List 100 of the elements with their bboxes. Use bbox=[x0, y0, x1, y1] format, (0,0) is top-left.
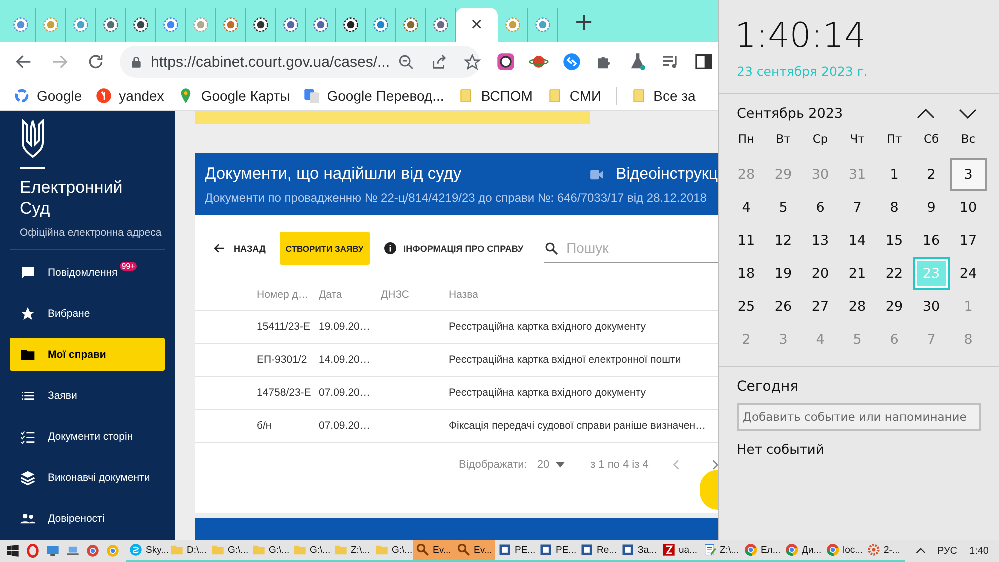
calendar-day[interactable]: 20 bbox=[802, 257, 839, 290]
taskbar-button[interactable]: Ev... bbox=[454, 540, 495, 562]
calendar-day[interactable]: 6 bbox=[802, 191, 839, 224]
site-icon bbox=[342, 17, 358, 33]
sidebar-item[interactable]: Документи сторін bbox=[10, 420, 165, 453]
google-icon bbox=[14, 88, 30, 104]
calendar-day[interactable]: 18 bbox=[728, 257, 765, 290]
page-size-select[interactable]: 20 bbox=[537, 459, 565, 471]
site-subtitle: Офіційна електронна адреса bbox=[20, 227, 163, 239]
taskbar-button[interactable]: 2-... bbox=[864, 540, 905, 562]
lock-icon bbox=[130, 56, 143, 68]
sidebar-item[interactable]: Повідомлення 99+ bbox=[10, 256, 165, 289]
taskbar-button[interactable]: G:\... bbox=[249, 540, 290, 562]
video-link[interactable]: Відеоінструкц bbox=[588, 166, 718, 184]
create-button[interactable]: СТВОРИТИ ЗАЯВУ bbox=[280, 232, 370, 265]
calendar-day[interactable]: 30 bbox=[913, 290, 950, 323]
calendar-day[interactable]: 14 bbox=[839, 224, 876, 257]
calendar-day[interactable]: 12 bbox=[765, 224, 802, 257]
back-link[interactable]: НАЗАД bbox=[213, 242, 266, 255]
taskbar-button[interactable]: Re... bbox=[577, 540, 618, 562]
taskbar-button[interactable]: ua... bbox=[659, 540, 700, 562]
taskbar-button[interactable]: За... bbox=[618, 540, 659, 562]
bookmark[interactable]: Google Перевод... bbox=[304, 88, 444, 104]
folder-icon bbox=[546, 88, 563, 104]
no-events-text: Нет событий bbox=[737, 443, 826, 458]
document-icon bbox=[621, 543, 635, 557]
taskbar-button[interactable]: Z:\... bbox=[700, 540, 741, 562]
notepad-icon bbox=[703, 543, 717, 557]
taskbar-button[interactable]: loc... bbox=[823, 540, 864, 562]
taskbar-button[interactable]: Ди... bbox=[782, 540, 823, 562]
taskbar-button[interactable]: Sky... bbox=[126, 540, 167, 562]
search-field[interactable]: Пошук bbox=[564, 239, 718, 257]
info-link[interactable]: ІНФОРМАЦІЯ ПРО СПРАВУ bbox=[384, 242, 524, 255]
event-input[interactable]: Добавить событие или напоминание bbox=[737, 403, 981, 431]
calendar-day[interactable]: 24 bbox=[950, 257, 987, 290]
folder-icon bbox=[630, 88, 647, 104]
table-cell-text: 15411/23-Е bbox=[257, 321, 312, 333]
calendar-day[interactable]: 3 bbox=[950, 158, 987, 191]
calendar-day[interactable]: 27 bbox=[802, 290, 839, 323]
sidebar-item[interactable]: Виконавчі документи bbox=[10, 461, 165, 494]
ftp-app-icon bbox=[662, 543, 676, 557]
taskbar-button[interactable]: G:\... bbox=[290, 540, 331, 562]
sidebar-item[interactable]: Вибране bbox=[10, 297, 165, 330]
calendar-day[interactable]: 1 bbox=[876, 158, 913, 191]
site-icon bbox=[132, 17, 148, 33]
laptop-icon bbox=[66, 544, 80, 558]
bookmark[interactable]: ВСПОМ bbox=[458, 88, 533, 104]
site-icon bbox=[402, 17, 418, 33]
calendar-day[interactable]: 7 bbox=[839, 191, 876, 224]
weekday-label: Сб bbox=[922, 132, 940, 148]
bookmark[interactable]: Google Карты bbox=[178, 88, 290, 104]
calendar-day[interactable]: 13 bbox=[802, 224, 839, 257]
taskbar-button[interactable]: G:\... bbox=[208, 540, 249, 562]
bookmark[interactable]: Google bbox=[14, 88, 82, 104]
browser-tab[interactable]: × bbox=[456, 8, 498, 42]
bookmark[interactable]: СМИ bbox=[546, 88, 602, 104]
calendar-day[interactable]: 9 bbox=[913, 191, 950, 224]
browser-icon bbox=[785, 543, 799, 557]
taskbar-button[interactable]: Ev... bbox=[413, 540, 454, 562]
tray-clock[interactable]: 1:40 bbox=[970, 546, 989, 556]
search-icon bbox=[544, 240, 559, 256]
site-title: Електронний Суд bbox=[20, 177, 124, 219]
bookmark[interactable]: Все за bbox=[630, 88, 696, 104]
site-icon bbox=[252, 17, 268, 33]
language-indicator[interactable]: РУС bbox=[938, 546, 958, 556]
calendar-day[interactable]: 15 bbox=[876, 224, 913, 257]
gear-icon bbox=[867, 543, 881, 557]
calendar-day[interactable]: 22 bbox=[876, 257, 913, 290]
taskbar-button[interactable]: PE... bbox=[536, 540, 577, 562]
calendar-day[interactable]: 16 bbox=[913, 224, 950, 257]
new-tab-button[interactable]: + bbox=[570, 8, 598, 36]
calendar-day[interactable]: 17 bbox=[950, 224, 987, 257]
calendar-day[interactable]: 10 bbox=[950, 191, 987, 224]
folder-icon bbox=[211, 543, 225, 557]
calendar-day[interactable]: 8 bbox=[876, 191, 913, 224]
calendar-day[interactable]: 25 bbox=[728, 290, 765, 323]
calendar-day[interactable]: 2 bbox=[913, 158, 950, 191]
weekday-label: Ср bbox=[812, 132, 830, 148]
taskbar-button[interactable]: Ел... bbox=[741, 540, 782, 562]
calendar-day[interactable]: 21 bbox=[839, 257, 876, 290]
calendar-day[interactable]: 26 bbox=[765, 290, 802, 323]
taskbar-button[interactable]: PE... bbox=[495, 540, 536, 562]
calendar-day[interactable]: 11 bbox=[728, 224, 765, 257]
sidebar-item[interactable]: Довіреності bbox=[10, 502, 165, 535]
taskbar-button[interactable]: Z:\... bbox=[331, 540, 372, 562]
month-title[interactable]: Сентябрь 2023 bbox=[737, 106, 911, 122]
back-arrow-icon bbox=[213, 242, 226, 255]
address-bar[interactable]: https://cabinet.court.gov.ua/cases/... bbox=[120, 46, 480, 78]
count-badge: 99+ bbox=[120, 262, 138, 271]
calendar-day[interactable]: 4 bbox=[728, 191, 765, 224]
sidebar-item[interactable]: Заяви bbox=[10, 379, 165, 412]
bookmark[interactable]: yandex bbox=[96, 88, 164, 104]
sidebar-item[interactable]: Мої справи bbox=[10, 338, 165, 371]
windows-start-icon bbox=[6, 544, 20, 558]
taskbar-button[interactable]: D:\... bbox=[167, 540, 208, 562]
calendar-day[interactable]: 19 bbox=[765, 257, 802, 290]
next-page-button[interactable] bbox=[710, 459, 718, 471]
calendar-day[interactable]: 28 bbox=[839, 290, 876, 323]
calendar-day[interactable]: 29 bbox=[876, 290, 913, 323]
calendar-day[interactable]: 5 bbox=[765, 191, 802, 224]
